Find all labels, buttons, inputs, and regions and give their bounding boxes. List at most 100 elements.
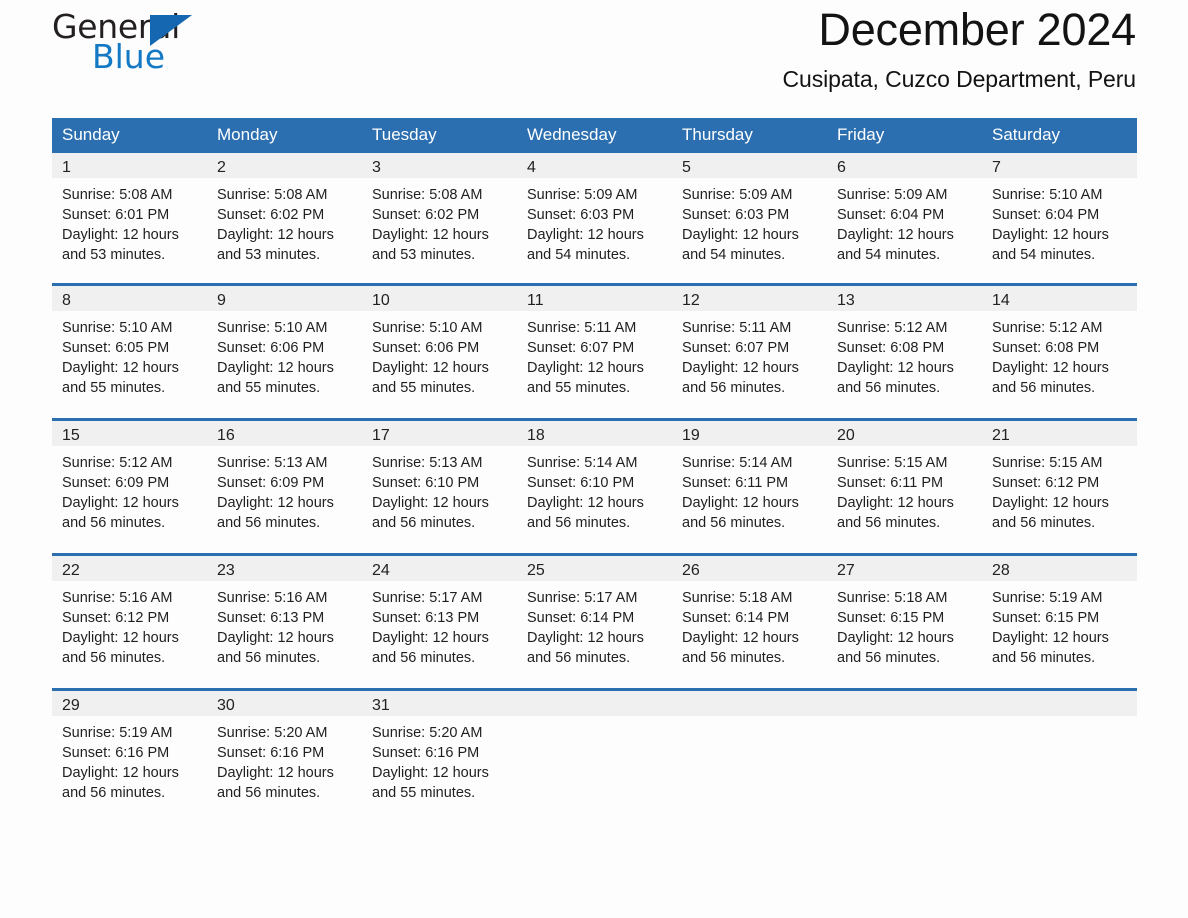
day-cell-empty (827, 691, 982, 823)
day-details: Sunrise: 5:09 AM Sunset: 6:03 PM Dayligh… (682, 185, 819, 265)
day-details: Sunrise: 5:14 AM Sunset: 6:10 PM Dayligh… (527, 453, 664, 533)
day-cell[interactable]: 30 Sunrise: 5:20 AM Sunset: 6:16 PM Dayl… (207, 691, 362, 823)
day-cell[interactable]: 31 Sunrise: 5:20 AM Sunset: 6:16 PM Dayl… (362, 691, 517, 823)
sunset-text: Sunset: 6:08 PM (837, 340, 945, 356)
daylight-text-line1: Daylight: 12 hours (527, 630, 644, 646)
sunrise-text: Sunrise: 5:09 AM (682, 187, 793, 203)
sunrise-text: Sunrise: 5:12 AM (992, 320, 1103, 336)
day-cell[interactable]: 16 Sunrise: 5:13 AM Sunset: 6:09 PM Dayl… (207, 421, 362, 553)
day-cell[interactable]: 15 Sunrise: 5:12 AM Sunset: 6:09 PM Dayl… (52, 421, 207, 553)
day-number: 7 (992, 159, 1001, 176)
sunrise-text: Sunrise: 5:18 AM (837, 590, 948, 606)
day-cell[interactable]: 12 Sunrise: 5:11 AM Sunset: 6:07 PM Dayl… (672, 286, 827, 418)
sunset-text: Sunset: 6:04 PM (992, 207, 1100, 223)
weekday-header-wednesday: Wednesday (527, 125, 617, 144)
daylight-text-line1: Daylight: 12 hours (62, 765, 179, 781)
day-cell[interactable]: 14 Sunrise: 5:12 AM Sunset: 6:08 PM Dayl… (982, 286, 1137, 418)
weekday-header-friday: Friday (837, 125, 885, 144)
day-details: Sunrise: 5:15 AM Sunset: 6:12 PM Dayligh… (992, 453, 1129, 533)
daylight-text-line2: and 56 minutes. (527, 515, 631, 531)
daylight-text-line2: and 56 minutes. (372, 650, 476, 666)
day-number: 20 (837, 427, 855, 444)
sunset-text: Sunset: 6:06 PM (372, 340, 480, 356)
sunset-text: Sunset: 6:13 PM (217, 610, 325, 626)
day-cell[interactable]: 20 Sunrise: 5:15 AM Sunset: 6:11 PM Dayl… (827, 421, 982, 553)
triangle-icon (150, 15, 192, 46)
sunset-text: Sunset: 6:13 PM (372, 610, 480, 626)
sunset-text: Sunset: 6:03 PM (682, 207, 790, 223)
day-cell[interactable]: 24 Sunrise: 5:17 AM Sunset: 6:13 PM Dayl… (362, 556, 517, 688)
daylight-text-line2: and 56 minutes. (682, 515, 786, 531)
day-cell[interactable]: 3 Sunrise: 5:08 AM Sunset: 6:02 PM Dayli… (362, 153, 517, 283)
sunset-text: Sunset: 6:06 PM (217, 340, 325, 356)
day-details: Sunrise: 5:12 AM Sunset: 6:08 PM Dayligh… (837, 318, 974, 398)
day-cell[interactable]: 1 Sunrise: 5:08 AM Sunset: 6:01 PM Dayli… (52, 153, 207, 283)
day-number: 1 (62, 159, 71, 176)
day-cell[interactable]: 28 Sunrise: 5:19 AM Sunset: 6:15 PM Dayl… (982, 556, 1137, 688)
day-cell[interactable]: 22 Sunrise: 5:16 AM Sunset: 6:12 PM Dayl… (52, 556, 207, 688)
sunrise-text: Sunrise: 5:09 AM (837, 187, 948, 203)
day-number: 24 (372, 562, 390, 579)
daylight-text-line2: and 56 minutes. (217, 650, 321, 666)
daylight-text-line2: and 56 minutes. (992, 380, 1096, 396)
general-blue-logo[interactable]: General Blue (52, 10, 202, 80)
day-number: 26 (682, 562, 700, 579)
day-cell[interactable]: 4 Sunrise: 5:09 AM Sunset: 6:03 PM Dayli… (517, 153, 672, 283)
day-cell[interactable]: 9 Sunrise: 5:10 AM Sunset: 6:06 PM Dayli… (207, 286, 362, 418)
sunset-text: Sunset: 6:16 PM (62, 745, 170, 761)
day-cell[interactable]: 17 Sunrise: 5:13 AM Sunset: 6:10 PM Dayl… (362, 421, 517, 553)
weekday-header-thursday: Thursday (682, 125, 753, 144)
day-number: 27 (837, 562, 855, 579)
day-cell[interactable]: 21 Sunrise: 5:15 AM Sunset: 6:12 PM Dayl… (982, 421, 1137, 553)
daylight-text-line1: Daylight: 12 hours (682, 495, 799, 511)
day-details: Sunrise: 5:19 AM Sunset: 6:16 PM Dayligh… (62, 723, 199, 803)
daylight-text-line2: and 56 minutes. (837, 650, 941, 666)
sunset-text: Sunset: 6:10 PM (527, 475, 635, 491)
day-number: 11 (527, 292, 544, 309)
day-number: 19 (682, 427, 700, 444)
day-cell[interactable]: 18 Sunrise: 5:14 AM Sunset: 6:10 PM Dayl… (517, 421, 672, 553)
sunset-text: Sunset: 6:07 PM (527, 340, 635, 356)
daylight-text-line1: Daylight: 12 hours (372, 360, 489, 376)
page-header: General Blue December 2024 Cusipata, Cuz… (52, 0, 1136, 110)
weekday-header-saturday: Saturday (992, 125, 1061, 144)
day-details: Sunrise: 5:12 AM Sunset: 6:09 PM Dayligh… (62, 453, 199, 533)
sunset-text: Sunset: 6:10 PM (372, 475, 480, 491)
sunrise-text: Sunrise: 5:14 AM (682, 455, 793, 471)
day-cell[interactable]: 19 Sunrise: 5:14 AM Sunset: 6:11 PM Dayl… (672, 421, 827, 553)
day-cell[interactable]: 10 Sunrise: 5:10 AM Sunset: 6:06 PM Dayl… (362, 286, 517, 418)
day-cell[interactable]: 25 Sunrise: 5:17 AM Sunset: 6:14 PM Dayl… (517, 556, 672, 688)
day-cell[interactable]: 5 Sunrise: 5:09 AM Sunset: 6:03 PM Dayli… (672, 153, 827, 283)
sunrise-text: Sunrise: 5:17 AM (372, 590, 483, 606)
day-cell[interactable]: 27 Sunrise: 5:18 AM Sunset: 6:15 PM Dayl… (827, 556, 982, 688)
day-number: 14 (992, 292, 1010, 309)
day-cell[interactable]: 7 Sunrise: 5:10 AM Sunset: 6:04 PM Dayli… (982, 153, 1137, 283)
daylight-text-line1: Daylight: 12 hours (837, 227, 954, 243)
day-details: Sunrise: 5:17 AM Sunset: 6:13 PM Dayligh… (372, 588, 509, 668)
day-cell[interactable]: 6 Sunrise: 5:09 AM Sunset: 6:04 PM Dayli… (827, 153, 982, 283)
daylight-text-line1: Daylight: 12 hours (372, 630, 489, 646)
daylight-text-line1: Daylight: 12 hours (837, 360, 954, 376)
day-cell[interactable]: 13 Sunrise: 5:12 AM Sunset: 6:08 PM Dayl… (827, 286, 982, 418)
day-number: 12 (682, 292, 700, 309)
sunset-text: Sunset: 6:15 PM (837, 610, 945, 626)
sunrise-text: Sunrise: 5:08 AM (62, 187, 173, 203)
weekday-header-monday: Monday (217, 125, 278, 144)
day-cell[interactable]: 29 Sunrise: 5:19 AM Sunset: 6:16 PM Dayl… (52, 691, 207, 823)
calendar-table: Sunday Monday Tuesday Wednesday Thursday… (52, 118, 1137, 823)
sunset-text: Sunset: 6:04 PM (837, 207, 945, 223)
day-cell[interactable]: 2 Sunrise: 5:08 AM Sunset: 6:02 PM Dayli… (207, 153, 362, 283)
day-details: Sunrise: 5:08 AM Sunset: 6:02 PM Dayligh… (372, 185, 509, 265)
sunset-text: Sunset: 6:12 PM (992, 475, 1100, 491)
sunset-text: Sunset: 6:02 PM (217, 207, 325, 223)
day-details: Sunrise: 5:15 AM Sunset: 6:11 PM Dayligh… (837, 453, 974, 533)
day-cell[interactable]: 26 Sunrise: 5:18 AM Sunset: 6:14 PM Dayl… (672, 556, 827, 688)
day-cell[interactable]: 11 Sunrise: 5:11 AM Sunset: 6:07 PM Dayl… (517, 286, 672, 418)
sunset-text: Sunset: 6:08 PM (992, 340, 1100, 356)
daylight-text-line1: Daylight: 12 hours (992, 630, 1109, 646)
daylight-text-line2: and 56 minutes. (217, 785, 321, 801)
day-cell[interactable]: 23 Sunrise: 5:16 AM Sunset: 6:13 PM Dayl… (207, 556, 362, 688)
sunrise-text: Sunrise: 5:10 AM (62, 320, 173, 336)
daylight-text-line1: Daylight: 12 hours (217, 227, 334, 243)
day-cell[interactable]: 8 Sunrise: 5:10 AM Sunset: 6:05 PM Dayli… (52, 286, 207, 418)
